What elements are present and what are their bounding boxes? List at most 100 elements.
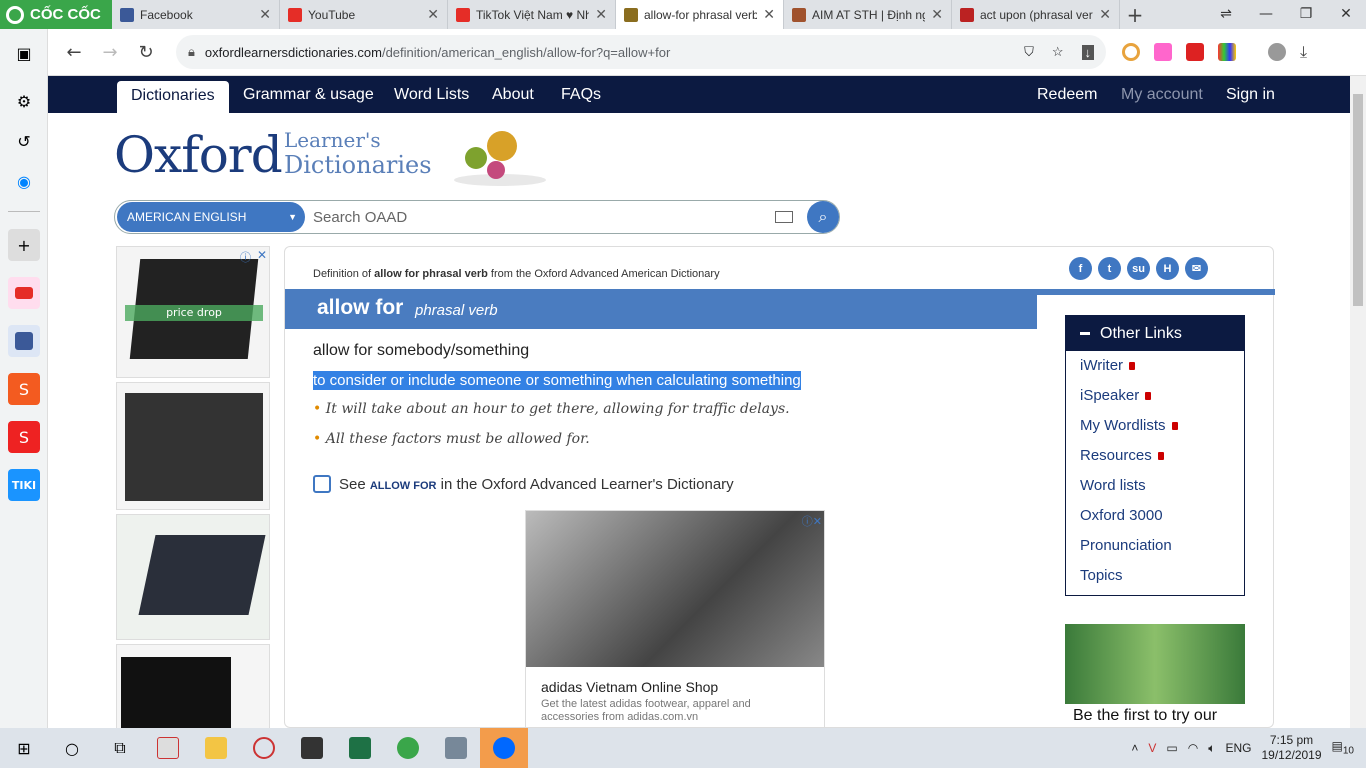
- shopee-app-icon[interactable]: S: [8, 373, 40, 405]
- language-indicator[interactable]: ENG: [1225, 741, 1251, 755]
- file-explorer-icon[interactable]: [192, 728, 240, 768]
- nav-my-account[interactable]: My account: [1121, 76, 1203, 113]
- tray-app-icon[interactable]: V: [1148, 741, 1156, 755]
- browser-tab[interactable]: YouTube ✕: [280, 0, 448, 29]
- oxford-logo[interactable]: Oxford: [114, 126, 283, 184]
- other-link-item[interactable]: Word lists: [1080, 471, 1244, 501]
- taskbar-app-1[interactable]: [144, 728, 192, 768]
- youtube-app-icon[interactable]: [8, 277, 40, 309]
- wifi-icon[interactable]: ◠: [1188, 741, 1198, 755]
- new-tab-button[interactable]: +: [1120, 3, 1150, 27]
- notifications-icon[interactable]: ▤10: [1332, 739, 1354, 756]
- email-share-icon[interactable]: ✉: [1185, 257, 1208, 280]
- ad-laptop-3[interactable]: [116, 514, 270, 640]
- promo-image[interactable]: [1065, 624, 1245, 704]
- adidas-ad[interactable]: ⓘ✕ adidas Vietnam Online Shop Get the la…: [525, 510, 825, 728]
- volume-icon[interactable]: 🔈︎: [1208, 741, 1215, 756]
- coccoc-taskbar-icon[interactable]: [384, 728, 432, 768]
- close-tab-icon[interactable]: ✕: [427, 6, 439, 23]
- excel-icon[interactable]: [336, 728, 384, 768]
- browser-brand[interactable]: CỐC CỐC: [0, 0, 112, 29]
- extension-icon[interactable]: [1122, 43, 1140, 61]
- color-extension-icon[interactable]: [1218, 43, 1236, 61]
- task-view-icon[interactable]: ⧉: [96, 728, 144, 768]
- add-app-icon[interactable]: +: [8, 229, 40, 261]
- learners-dictionaries-logo[interactable]: Learner's Dictionaries: [284, 128, 432, 178]
- start-button[interactable]: ⊞: [0, 728, 48, 768]
- taskbar-app-3[interactable]: [240, 728, 288, 768]
- tray-expand-icon[interactable]: ˄: [1131, 741, 1138, 755]
- browser-tab[interactable]: act upon (phrasal ver ✕: [952, 0, 1120, 29]
- ad-info-icon[interactable]: ⓘ: [240, 249, 251, 265]
- search-button[interactable]: ⌕: [807, 201, 839, 233]
- ad-laptop-2[interactable]: [116, 382, 270, 510]
- taskbar-app-7[interactable]: [432, 728, 480, 768]
- extension-red-icon[interactable]: [1186, 43, 1204, 61]
- nav-word-lists[interactable]: Word Lists: [394, 76, 469, 113]
- facebook-app-icon[interactable]: [8, 325, 40, 357]
- ad-laptop-4[interactable]: [116, 644, 270, 728]
- back-button[interactable]: ←: [56, 42, 92, 63]
- other-link-item[interactable]: iWriter: [1080, 351, 1244, 381]
- close-tab-icon[interactable]: ✕: [1099, 6, 1111, 23]
- other-link-item[interactable]: My Wordlists: [1080, 411, 1244, 441]
- other-link-item[interactable]: Resources: [1080, 441, 1244, 471]
- other-links-header[interactable]: Other Links: [1066, 316, 1244, 351]
- dictionary-select[interactable]: AMERICAN ENGLISH ▼: [117, 202, 305, 232]
- twitter-share-icon[interactable]: t: [1098, 257, 1121, 280]
- browser-tab[interactable]: AIM AT STH | Định ng ✕: [784, 0, 952, 29]
- close-tab-icon[interactable]: ✕: [931, 6, 943, 23]
- browser-tab[interactable]: allow-for phrasal verb ✕: [616, 0, 784, 29]
- settings-icon[interactable]: ⚙: [8, 85, 40, 117]
- ad-close-icon[interactable]: ⓘ✕: [802, 513, 822, 529]
- taskbar-app-4[interactable]: [288, 728, 336, 768]
- shield-icon[interactable]: ⛉: [1024, 44, 1034, 60]
- clock[interactable]: 7:15 pm 19/12/2019: [1261, 733, 1321, 763]
- history-icon[interactable]: ↺: [8, 125, 40, 157]
- tiki-app-icon[interactable]: TIKI: [8, 469, 40, 501]
- search-circle-icon[interactable]: ○: [48, 728, 96, 768]
- profile-avatar[interactable]: [1268, 43, 1286, 61]
- close-window-button[interactable]: ✕: [1326, 0, 1366, 29]
- keyboard-icon[interactable]: [775, 211, 793, 223]
- close-tab-icon[interactable]: ✕: [763, 6, 775, 23]
- ad-close-icon[interactable]: ✕: [257, 248, 267, 262]
- url-field[interactable]: 🔒︎ oxfordlearnersdictionaries.com/defini…: [176, 35, 1106, 69]
- hatena-share-icon[interactable]: H: [1156, 257, 1179, 280]
- sidebar-toggle-icon[interactable]: ▣: [8, 37, 40, 69]
- browser-tab[interactable]: TikTok Việt Nam ♥ Nh ✕: [448, 0, 616, 29]
- search-input[interactable]: Search OAAD: [305, 209, 775, 226]
- other-link-item[interactable]: Topics: [1080, 561, 1244, 591]
- zalo-icon[interactable]: [480, 728, 528, 768]
- facebook-share-icon[interactable]: f: [1069, 257, 1092, 280]
- other-link-item[interactable]: Pronunciation: [1080, 531, 1244, 561]
- sendo-app-icon[interactable]: S: [8, 421, 40, 453]
- downloads-icon[interactable]: ⤓: [1300, 43, 1318, 61]
- maximize-button[interactable]: ❐: [1286, 0, 1326, 29]
- page-scrollbar[interactable]: [1350, 76, 1366, 728]
- close-tab-icon[interactable]: ✕: [595, 6, 607, 23]
- other-link-item[interactable]: Oxford 3000: [1080, 501, 1244, 531]
- reload-button[interactable]: ↻: [128, 42, 164, 63]
- stumbleupon-share-icon[interactable]: su: [1127, 257, 1150, 280]
- scrollbar-thumb[interactable]: [1353, 94, 1363, 306]
- nav-about[interactable]: About: [492, 76, 534, 113]
- battery-icon[interactable]: ▭: [1166, 741, 1177, 755]
- ad-laptop-1[interactable]: price drop ⓘ ✕: [116, 246, 270, 378]
- nav-redeem[interactable]: Redeem: [1037, 76, 1097, 113]
- tab-search-icon[interactable]: ⇌: [1206, 0, 1246, 29]
- minimize-button[interactable]: —: [1246, 0, 1286, 29]
- nav-dictionaries[interactable]: Dictionaries: [117, 81, 229, 113]
- other-link-item[interactable]: iSpeaker: [1080, 381, 1244, 411]
- download-page-icon[interactable]: ↓: [1081, 44, 1094, 60]
- nav-sign-in[interactable]: Sign in: [1226, 76, 1275, 113]
- close-tab-icon[interactable]: ✕: [259, 6, 271, 23]
- browser-tab[interactable]: Facebook ✕: [112, 0, 280, 29]
- nav-faqs[interactable]: FAQs: [561, 76, 601, 113]
- adblock-icon[interactable]: [1154, 43, 1172, 61]
- nav-grammar[interactable]: Grammar & usage: [243, 76, 374, 113]
- see-also-link[interactable]: See ALLOW FOR in the Oxford Advanced Lea…: [313, 475, 734, 493]
- bookmark-star-icon[interactable]: ☆: [1052, 44, 1064, 60]
- messenger-icon[interactable]: ◉: [8, 165, 40, 197]
- forward-button[interactable]: →: [92, 42, 128, 63]
